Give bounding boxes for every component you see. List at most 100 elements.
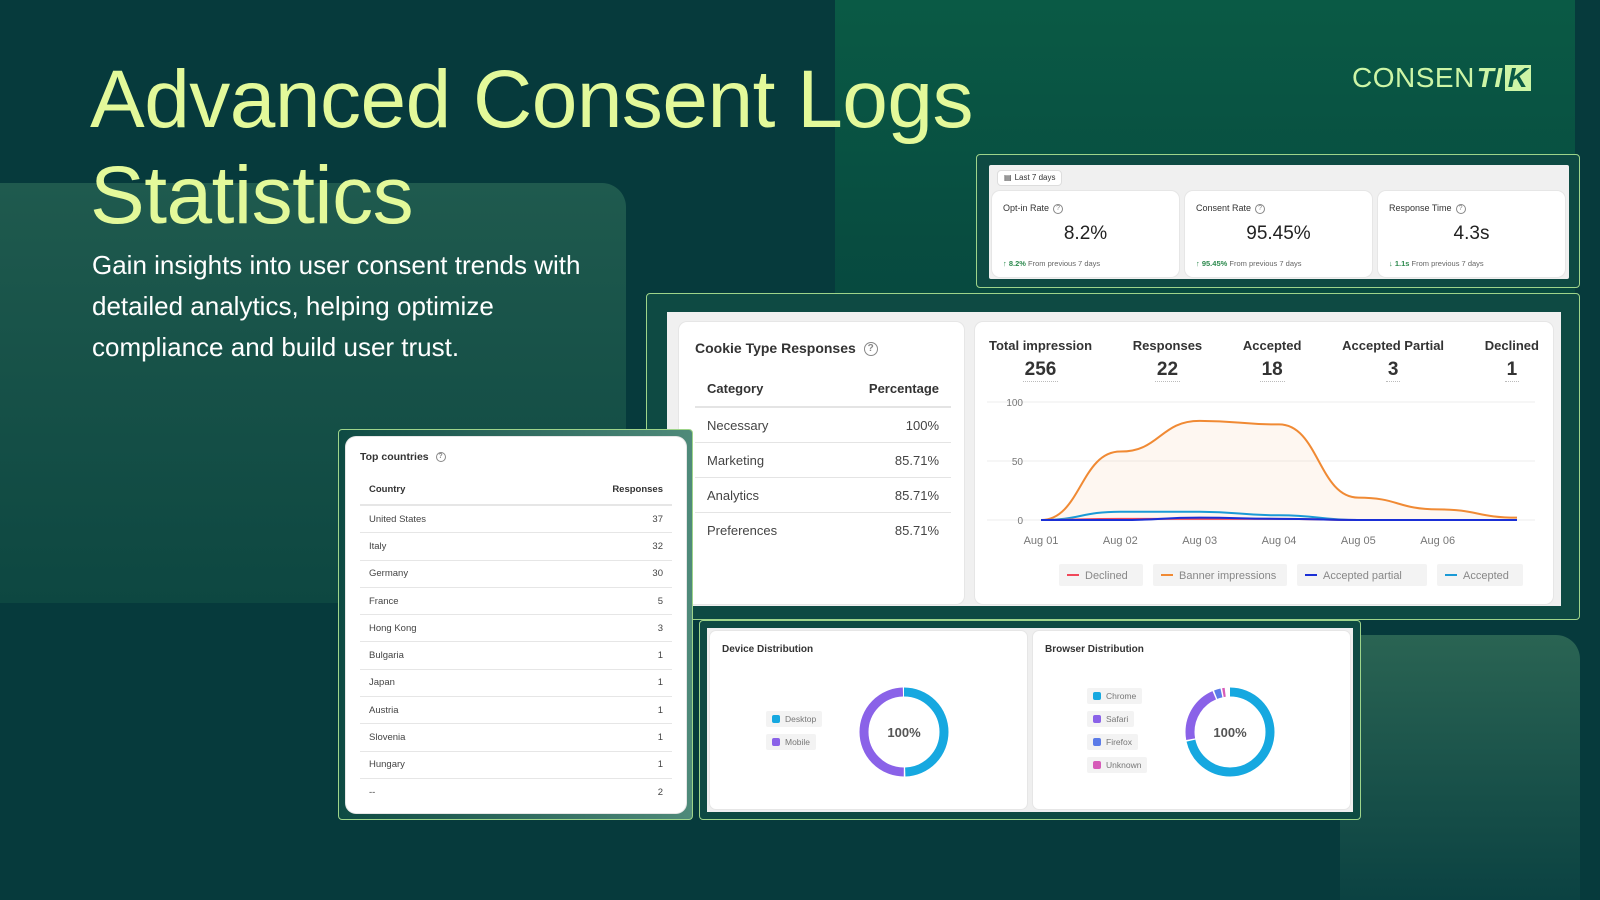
device-distribution-title: Device Distribution <box>722 644 814 655</box>
legend-swatch <box>772 715 780 723</box>
table-row: Marketing 85.71% <box>695 443 951 478</box>
column-header-responses: Responses <box>612 484 663 495</box>
metric-label: Total impression <box>989 338 1093 353</box>
browser-distribution-donut: 100% <box>1185 687 1275 777</box>
country-responses: 2 <box>657 787 663 799</box>
legend-item-chrome[interactable]: Chrome <box>1087 688 1143 704</box>
legend-item-safari[interactable]: Safari <box>1087 711 1135 727</box>
date-range-label: Last 7 days <box>1014 173 1056 182</box>
country-responses: 3 <box>657 622 663 634</box>
metric-value: 18 <box>1259 359 1285 382</box>
cookie-type-title: Cookie Type Responses ? <box>695 340 878 357</box>
summary-metric: Accepted Partial 3 <box>1342 338 1444 382</box>
cookie-type-title-text: Cookie Type Responses <box>695 340 856 356</box>
legend-label: Declined <box>1085 570 1128 582</box>
metric-label: Accepted Partial <box>1342 338 1445 353</box>
kpi-delta: ↑ 95.45% From previous 7 days <box>1196 259 1302 268</box>
column-header-category: Category <box>707 380 764 396</box>
hero-subtitle: Gain insights into user consent trends w… <box>92 250 581 362</box>
x-tick-label: Aug 02 <box>1103 535 1138 547</box>
table-row: Hungary 1 <box>360 752 672 779</box>
legend-label: Chrome <box>1106 691 1137 701</box>
responses-panel-body: Cookie Type Responses ? Category Percenta… <box>667 312 1561 606</box>
legend-label: Mobile <box>785 737 811 747</box>
y-tick-label: 0 <box>1017 516 1023 527</box>
background-block-bottom <box>1340 635 1580 900</box>
legend-item[interactable]: Banner impressions <box>1153 564 1287 586</box>
help-icon[interactable]: ? <box>1455 203 1466 214</box>
table-row: Germany 30 <box>360 561 672 588</box>
kpi-card: Response Time? 4.3s ↓ 1.1s From previous 7… <box>1378 191 1565 277</box>
legend-item-unknown[interactable]: Unknown <box>1087 757 1148 773</box>
x-tick-label: Aug 05 <box>1341 535 1376 547</box>
kpi-delta-value: 95.45% <box>1201 259 1228 268</box>
kpi-card: Opt-in Rate? 8.2% ↑ 8.2% From previous 7 d… <box>992 191 1179 277</box>
legend-item[interactable]: Declined <box>1059 564 1143 586</box>
legend-label: Accepted partial <box>1323 570 1402 582</box>
table-header: Category Percentage <box>695 370 951 408</box>
kpi-label-text: Consent Rate <box>1196 203 1252 213</box>
top-countries-title: Top countries ? <box>360 451 446 463</box>
kpi-label: Opt-in Rate? <box>1003 203 1064 214</box>
legend-item-firefox[interactable]: Firefox <box>1087 734 1138 750</box>
help-icon[interactable]: ? <box>863 342 878 357</box>
legend-label: Desktop <box>785 714 817 724</box>
donut-center-label: 100% <box>1213 725 1247 740</box>
table-row: -- 2 <box>360 779 672 806</box>
summary-metric: Accepted 18 <box>1242 338 1302 382</box>
legend-label: Accepted <box>1463 570 1509 582</box>
responses-panel: Cookie Type Responses ? Category Percenta… <box>646 293 1580 620</box>
donut-center-label: 100% <box>887 725 921 740</box>
cookie-percentage: 85.71% <box>894 452 939 468</box>
help-icon[interactable]: ? <box>1255 203 1266 214</box>
legend-item-desktop[interactable]: Desktop <box>766 711 823 727</box>
summary-metric: Declined 1 <box>1485 338 1539 382</box>
hero-title: Advanced Consent Logs Statistics <box>90 54 974 241</box>
help-icon[interactable]: ? <box>1053 203 1064 214</box>
cookie-percentage: 85.71% <box>894 487 939 503</box>
legend-item-mobile[interactable]: Mobile <box>766 734 817 750</box>
table-header: Country Responses <box>360 475 672 506</box>
country-name: Germany <box>369 568 409 580</box>
country-responses: 1 <box>657 677 663 689</box>
country-name: Austria <box>369 704 399 716</box>
brand-logo-part2: TI <box>1476 62 1503 93</box>
x-tick-label: Aug 01 <box>1024 535 1059 547</box>
browser-distribution-title: Browser Distribution <box>1045 644 1144 655</box>
brand-logo-mark: K <box>1504 64 1532 92</box>
kpi-value: 8.2% <box>1063 223 1108 244</box>
cookie-category: Analytics <box>707 487 760 503</box>
x-tick-label: Aug 06 <box>1420 535 1455 547</box>
kpi-delta: ↓ 1.1s From previous 7 days <box>1389 259 1484 268</box>
column-header-country: Country <box>369 484 406 495</box>
date-range-button[interactable]: ▤ Last 7 days <box>997 170 1063 186</box>
summary-metric: Responses 22 <box>1133 338 1202 382</box>
series-area-banner-impressions <box>1041 420 1517 520</box>
table-row: France 5 <box>360 588 672 616</box>
country-responses: 1 <box>657 759 663 771</box>
summary-metrics: Total impression 256 Responses 22 Accepted 18… <box>989 338 1539 382</box>
country-name: Bulgaria <box>369 650 404 662</box>
metric-label: Accepted <box>1242 338 1302 353</box>
legend-swatch <box>1093 715 1101 723</box>
table-row: Slovenia 1 <box>360 724 672 752</box>
kpi-delta-text: From previous 7 days <box>1028 259 1101 268</box>
country-responses: 1 <box>657 732 663 744</box>
distribution-panel-body: Device Distribution Desktop Mobile 100% Br… <box>707 628 1353 812</box>
device-distribution-donut: 100% <box>859 687 949 777</box>
cookie-percentage: 85.71% <box>894 523 939 538</box>
x-tick-label: Aug 03 <box>1182 535 1217 547</box>
legend-swatch <box>772 738 780 746</box>
legend-item[interactable]: Accepted partial <box>1297 564 1427 586</box>
top-countries-title-text: Top countries <box>360 451 429 463</box>
calendar-icon: ▤ <box>1004 173 1012 182</box>
table-row: Japan 1 <box>360 670 672 698</box>
kpi-panel: ▤ Last 7 days Opt-in Rate? 8.2% ↑ 8.2% Fro… <box>976 154 1580 288</box>
metric-value: 1 <box>1504 359 1520 382</box>
legend-label: Firefox <box>1106 737 1132 747</box>
country-responses: 30 <box>652 568 663 580</box>
top-countries-card: Top countries ? Country Responses United S… <box>346 437 686 813</box>
help-icon[interactable]: ? <box>435 452 446 463</box>
kpi-delta-value: 1.1s <box>1394 259 1410 268</box>
legend-item[interactable]: Accepted <box>1437 564 1523 586</box>
